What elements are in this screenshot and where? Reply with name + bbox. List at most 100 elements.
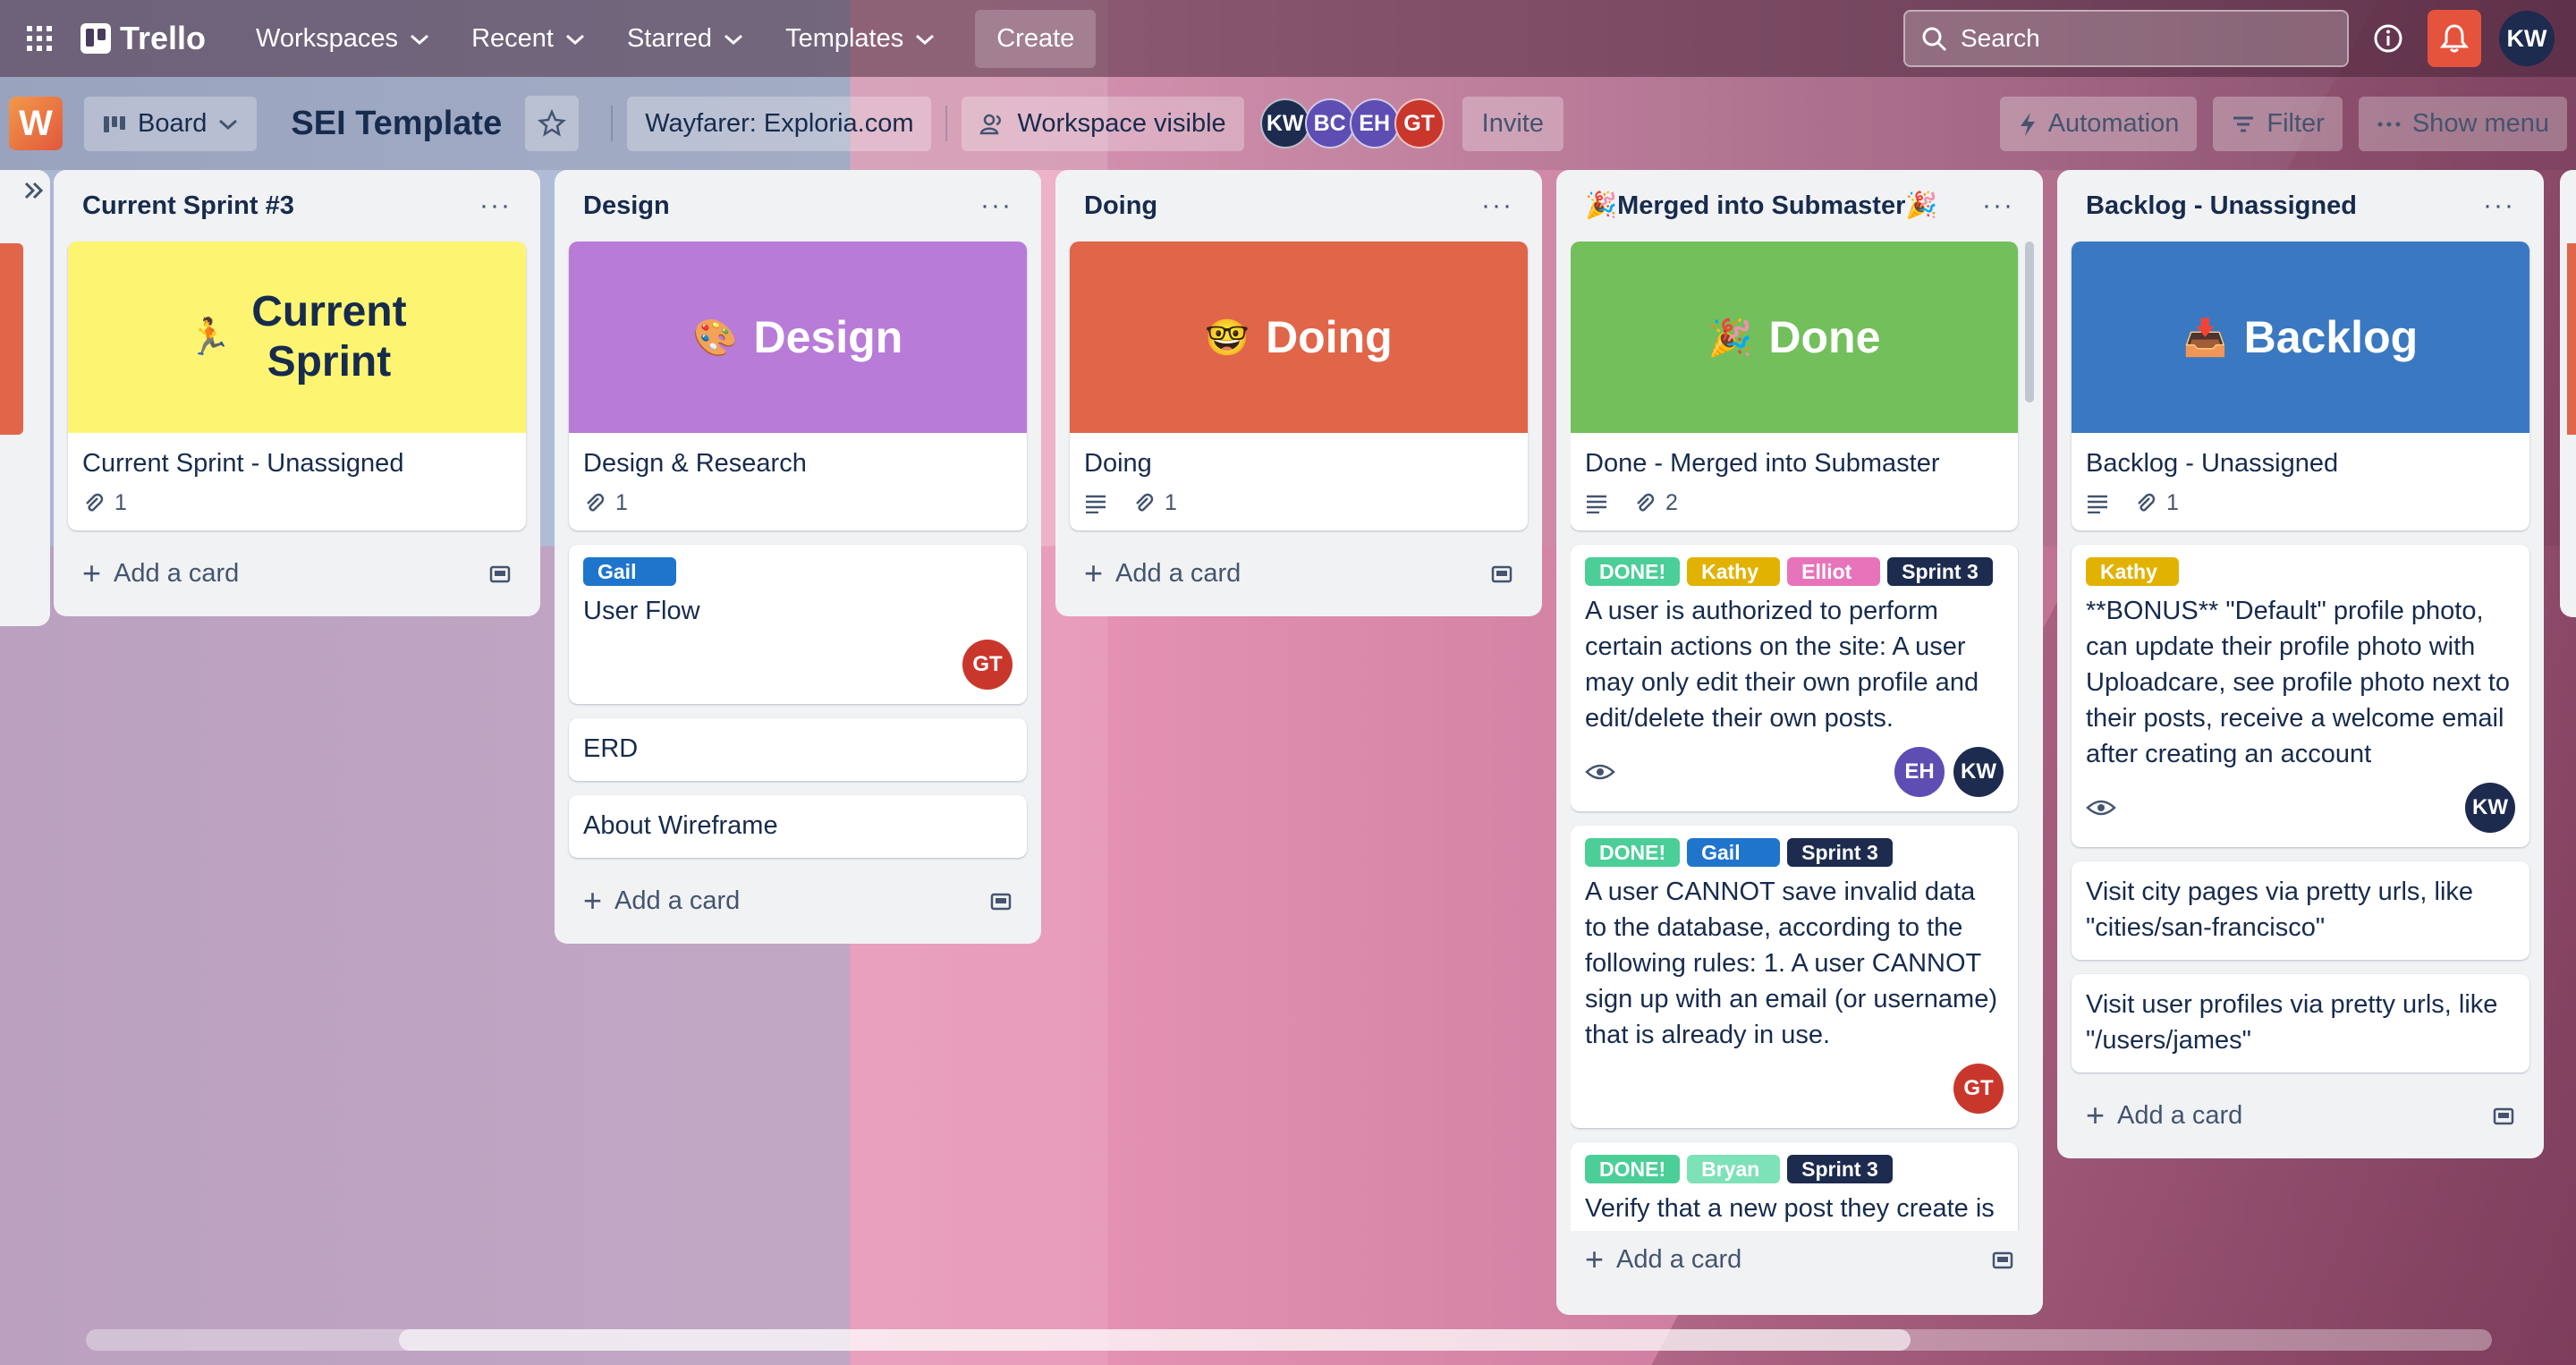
notifications-bell-icon[interactable] — [2428, 10, 2481, 67]
board-scrollbar-thumb[interactable] — [399, 1329, 1911, 1351]
member-avatar[interactable]: EH — [1349, 98, 1400, 148]
visibility-button[interactable]: Workspace visible — [962, 96, 1244, 151]
label-bryan[interactable]: Bryan — [1687, 1155, 1781, 1183]
card-cover: 🎨 Design — [569, 242, 1027, 433]
expand-list-icon[interactable] — [23, 181, 45, 200]
template-icon[interactable] — [2492, 1101, 2515, 1131]
nav-workspaces[interactable]: Workspaces — [238, 15, 448, 63]
nav-starred[interactable]: Starred — [609, 15, 762, 63]
list-title[interactable]: Backlog - Unassigned — [2086, 191, 2357, 221]
list-title[interactable]: Design — [583, 191, 670, 221]
add-card-button[interactable]: + Add a card — [68, 545, 526, 602]
card[interactable]: 🏃 Current Sprint Current Sprint - Unassig… — [68, 242, 526, 530]
label-sprint-3[interactable]: Sprint 3 — [1887, 557, 1993, 586]
list-merged: 🎉Merged into Submaster🎉 ··· 🎉 Done Done … — [1556, 170, 2043, 1315]
card-title: Verify that a new post they create is — [1585, 1194, 1995, 1223]
user-avatar[interactable]: KW — [2499, 11, 2555, 66]
card-cover: 🏃 Current Sprint — [68, 242, 526, 433]
add-card-label: Add a card — [2117, 1100, 2243, 1130]
card[interactable]: 🤓 Doing Doing 1 — [1070, 242, 1528, 530]
cover-title-line1: Current — [251, 288, 407, 335]
card[interactable]: ERD — [569, 718, 1027, 781]
card[interactable]: DONE! Kathy Elliot Sprint 3 A user is au… — [1571, 545, 2018, 811]
card-title: A user CANNOT save invalid data to the d… — [1585, 878, 1997, 1049]
card-title: A user is authorized to perform certain … — [1585, 597, 1979, 733]
list-menu-icon[interactable]: ··· — [980, 191, 1013, 221]
label-done[interactable]: DONE! — [1585, 838, 1681, 867]
filter-label: Filter — [2267, 108, 2325, 138]
app-switcher-icon[interactable] — [21, 21, 57, 56]
list-menu-icon[interactable]: ··· — [479, 191, 512, 221]
label-gail[interactable]: Gail — [583, 557, 676, 586]
card[interactable]: Visit user profiles via pretty urls, lik… — [2072, 974, 2529, 1072]
star-board-icon[interactable] — [525, 96, 580, 151]
card[interactable]: About Wireframe — [569, 795, 1027, 858]
card-title: Backlog - Unassigned — [2086, 449, 2339, 478]
label-sprint-3[interactable]: Sprint 3 — [1787, 1155, 1893, 1183]
next-list-edge[interactable] — [2560, 170, 2576, 617]
label-done[interactable]: DONE! — [1585, 1155, 1681, 1183]
member-avatar[interactable]: GT — [1953, 1064, 2004, 1114]
create-button[interactable]: Create — [975, 9, 1097, 68]
workspace-button[interactable]: Wayfarer: Exploria.com — [627, 96, 932, 151]
attachment-badge: 1 — [1132, 490, 1177, 516]
add-card-button[interactable]: + Add a card — [569, 872, 1027, 929]
search-input[interactable]: Search — [1903, 10, 2349, 67]
cover-title: Done — [1768, 312, 1881, 362]
add-card-button[interactable]: + Add a card — [1571, 1231, 2029, 1288]
label-sprint-3[interactable]: Sprint 3 — [1787, 838, 1893, 867]
workspace-badge[interactable]: W — [9, 97, 63, 150]
label-done[interactable]: DONE! — [1585, 557, 1681, 586]
card[interactable]: Kathy **BONUS** "Default" profile photo,… — [2072, 545, 2529, 847]
card[interactable]: DONE! Gail Sprint 3 A user CANNOT save i… — [1571, 826, 2018, 1128]
label-elliot[interactable]: Elliot — [1787, 557, 1881, 586]
member-avatar[interactable]: GT — [962, 640, 1013, 690]
list-title[interactable]: 🎉Merged into Submaster🎉 — [1585, 191, 1938, 221]
info-icon[interactable] — [2367, 17, 2410, 60]
label-kathy[interactable]: Kathy — [1687, 557, 1781, 586]
template-icon[interactable] — [1490, 559, 1513, 589]
list-menu-icon[interactable]: ··· — [1481, 191, 1513, 221]
board-title[interactable]: SEI Template — [291, 105, 502, 143]
card[interactable]: Visit city pages via pretty urls, like "… — [2072, 861, 2529, 960]
member-avatar[interactable]: GT — [1394, 98, 1445, 148]
card[interactable]: DONE! Bryan Sprint 3 Verify that a new p… — [1571, 1142, 2018, 1231]
trello-logo[interactable]: Trello — [80, 20, 206, 57]
automation-button[interactable]: Automation — [1999, 96, 2198, 151]
chevron-down-icon — [564, 24, 586, 54]
attachment-count: 1 — [114, 490, 127, 515]
list-menu-icon[interactable]: ··· — [1982, 191, 2014, 221]
filter-icon — [2231, 109, 2256, 139]
attachment-badge: 1 — [583, 490, 628, 516]
template-icon[interactable] — [989, 886, 1013, 916]
template-icon[interactable] — [488, 559, 512, 589]
board-view-switcher[interactable]: Board — [84, 96, 258, 151]
nav-recent[interactable]: Recent — [453, 15, 604, 63]
invite-button[interactable]: Invite — [1462, 96, 1563, 151]
add-card-button[interactable]: + Add a card — [1070, 545, 1528, 602]
list-scrollbar[interactable] — [2025, 242, 2034, 403]
list-title[interactable]: Doing — [1084, 191, 1157, 221]
card[interactable]: Gail User Flow GT — [569, 545, 1027, 704]
list-design: Design ··· 🎨 Design Design & Research 1 … — [555, 170, 1041, 944]
label-gail[interactable]: Gail — [1687, 838, 1781, 867]
card-title: Done - Merged into Submaster — [1585, 449, 1940, 478]
member-avatar[interactable]: EH — [1894, 747, 1945, 797]
add-card-button[interactable]: + Add a card — [2072, 1087, 2529, 1144]
logo-text: Trello — [120, 20, 207, 56]
nav-templates[interactable]: Templates — [767, 15, 953, 63]
list-menu-icon[interactable]: ··· — [2483, 191, 2515, 221]
member-avatar[interactable]: KW — [1259, 98, 1310, 148]
member-avatar[interactable]: KW — [2465, 783, 2515, 833]
member-avatar[interactable]: KW — [1953, 747, 2004, 797]
show-menu-button[interactable]: Show menu — [2358, 96, 2567, 151]
list-title[interactable]: Current Sprint #3 — [82, 191, 294, 221]
collapsed-list[interactable] — [0, 170, 50, 626]
card[interactable]: 🎨 Design Design & Research 1 — [569, 242, 1027, 530]
label-kathy[interactable]: Kathy — [2086, 557, 2179, 586]
card[interactable]: 📥 Backlog Backlog - Unassigned 1 — [2072, 242, 2529, 530]
member-avatar[interactable]: BC — [1304, 98, 1355, 148]
template-icon[interactable] — [1991, 1245, 2014, 1275]
filter-button[interactable]: Filter — [2213, 96, 2343, 151]
card[interactable]: 🎉 Done Done - Merged into Submaster 2 — [1571, 242, 2018, 530]
